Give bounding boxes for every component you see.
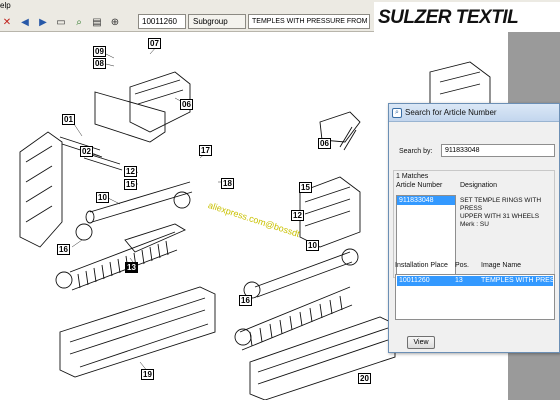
- callout-19[interactable]: 19: [141, 369, 154, 380]
- temple-shaft-lower: [254, 251, 353, 298]
- pos-column-header: Pos.: [455, 262, 470, 269]
- image-name-column-header: Image Name: [481, 262, 522, 269]
- image-name-cell: TEMPLES WITH PRESSURE: [481, 277, 555, 284]
- callout-07[interactable]: 07: [148, 38, 161, 49]
- callout-10-right[interactable]: 10: [306, 240, 319, 251]
- subgroup-title-field: TEMPLES WITH PRESSURE FROM ABOVE: [248, 14, 370, 29]
- matches-count: 1 Matches: [396, 173, 429, 180]
- search-by-label: Search by:: [399, 148, 433, 155]
- document-icon[interactable]: ▭: [54, 15, 68, 29]
- callout-02[interactable]: 02: [80, 146, 93, 157]
- article-number-field[interactable]: 10011260: [138, 14, 186, 29]
- lower-rail-right: [249, 316, 396, 400]
- callout-06-right[interactable]: 06: [318, 138, 331, 149]
- installation-list[interactable]: 10011260 13 TEMPLES WITH PRESSURE: [395, 274, 555, 320]
- top-toolbar-strip: elp ✕ ◀ ▶ ▭ ⌕ ▤ ⊕ 10011260 Subgroup TEMP…: [0, 0, 560, 32]
- view-button[interactable]: View: [407, 336, 435, 349]
- callout-15[interactable]: 15: [124, 179, 137, 190]
- forward-arrow-icon[interactable]: ▶: [36, 15, 50, 29]
- print-icon[interactable]: ▤: [90, 15, 104, 29]
- subgroup-label: Subgroup: [188, 14, 246, 29]
- left-side-bracket: [19, 131, 63, 248]
- installation-place-cell: 10011260: [399, 277, 430, 284]
- callout-15-right[interactable]: 15: [299, 182, 312, 193]
- dialog-title-bar[interactable]: ⌕ Search for Article Number: [389, 104, 559, 122]
- callout-18[interactable]: 18: [221, 178, 234, 189]
- pos-cell: 13: [455, 277, 463, 284]
- callout-16-right[interactable]: 16: [239, 295, 252, 306]
- callout-09[interactable]: 09: [93, 46, 106, 57]
- search-icon[interactable]: ⌕: [72, 15, 86, 29]
- callout-01[interactable]: 01: [62, 114, 75, 125]
- designation-text: SET TEMPLE RINGS WITH PRESS UPPER WITH 3…: [460, 197, 542, 228]
- callout-10[interactable]: 10: [96, 192, 109, 203]
- back-arrow-icon[interactable]: ◀: [18, 15, 32, 29]
- help-menu[interactable]: elp: [0, 1, 11, 10]
- article-number-column-header: Article Number: [396, 182, 443, 189]
- designation-column-header: Designation: [460, 182, 497, 189]
- installation-group: Installation Place Pos. Image Name 10011…: [393, 260, 555, 322]
- installation-place-column-header: Installation Place: [395, 262, 448, 269]
- search-input[interactable]: 911833048: [441, 144, 555, 157]
- article-number-item-selected[interactable]: 911833048: [397, 196, 455, 205]
- dialog-app-icon: ⌕: [392, 107, 402, 118]
- zoom-icon[interactable]: ⊕: [108, 15, 122, 29]
- callout-16[interactable]: 16: [57, 244, 70, 255]
- close-icon[interactable]: ✕: [0, 15, 14, 29]
- callout-20[interactable]: 20: [358, 373, 371, 384]
- callout-17[interactable]: 17: [199, 145, 212, 156]
- callout-13-selected[interactable]: 13: [125, 262, 138, 273]
- callout-08[interactable]: 08: [93, 58, 106, 69]
- dialog-title: Search for Article Number: [405, 108, 497, 117]
- callout-12[interactable]: 12: [124, 166, 137, 177]
- toolbar: ✕ ◀ ▶ ▭ ⌕ ▤ ⊕: [0, 14, 126, 30]
- brand-logo: SULZER TEXTIL: [374, 2, 560, 32]
- installation-row-selected[interactable]: 10011260 13 TEMPLES WITH PRESSURE: [397, 276, 555, 286]
- brand-logo-text: SULZER TEXTIL: [378, 7, 519, 28]
- search-article-dialog: ⌕ Search for Article Number Search by: 9…: [388, 103, 560, 353]
- callout-12-right[interactable]: 12: [291, 210, 304, 221]
- callout-06[interactable]: 06: [180, 99, 193, 110]
